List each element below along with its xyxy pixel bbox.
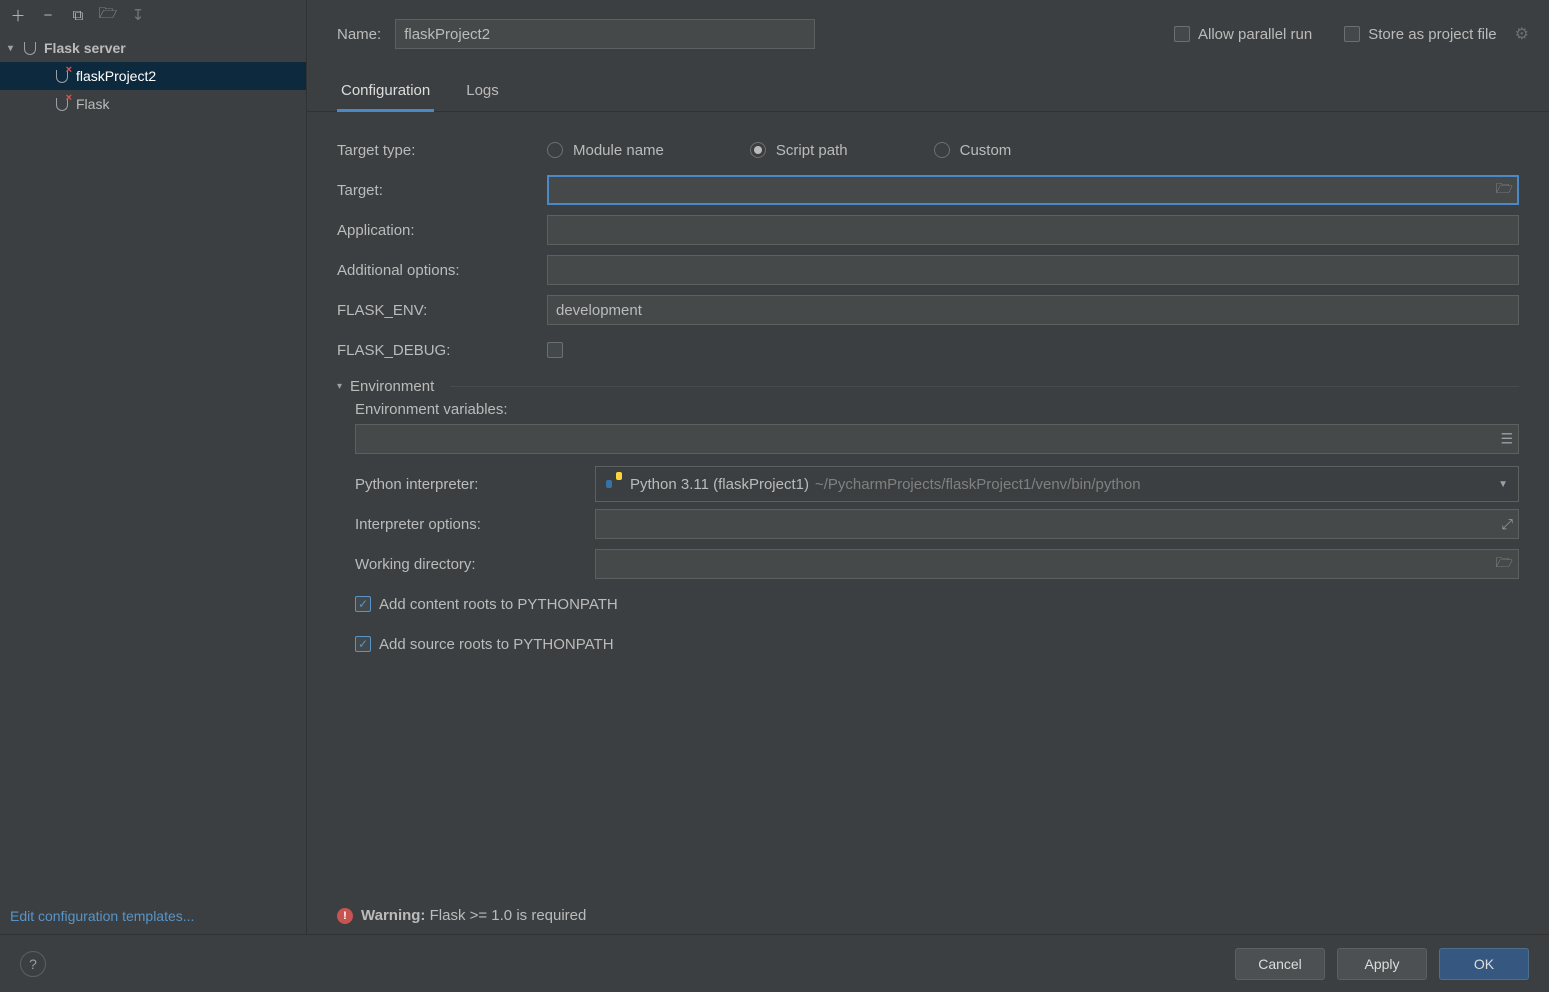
help-button[interactable]: ? — [20, 951, 46, 977]
checkbox-icon — [1344, 26, 1360, 42]
flask-env-label: FLASK_ENV: — [337, 302, 537, 319]
interpreter-dropdown[interactable]: Python 3.11 (flaskProject1) ~/PycharmPro… — [595, 466, 1519, 502]
divider — [450, 386, 1519, 387]
interpreter-name: Python 3.11 (flaskProject1) — [630, 476, 809, 493]
tab-logs[interactable]: Logs — [462, 82, 503, 112]
apply-button[interactable]: Apply — [1337, 948, 1427, 980]
warning-prefix: Warning: — [361, 907, 425, 924]
working-dir-label: Working directory: — [355, 556, 585, 573]
copy-icon[interactable]: ⧉ — [68, 5, 88, 25]
chevron-down-icon: ▼ — [1498, 479, 1508, 490]
environment-section-label: Environment — [350, 378, 434, 395]
tree-group-label: Flask server — [44, 40, 126, 56]
tree-group-flask-server[interactable]: ▾ Flask server — [0, 34, 306, 62]
flask-error-icon — [54, 96, 70, 112]
allow-parallel-label: Allow parallel run — [1198, 26, 1312, 43]
flask-debug-label: FLASK_DEBUG: — [337, 342, 537, 359]
target-label: Target: — [337, 182, 537, 199]
cancel-button[interactable]: Cancel — [1235, 948, 1325, 980]
config-tree: ▾ Flask server flaskProject2 Flask — [0, 30, 306, 900]
folder-icon[interactable]: 🗁 — [98, 5, 118, 25]
target-input[interactable] — [547, 175, 1519, 205]
target-type-label: Target type: — [337, 142, 537, 159]
env-vars-label: Environment variables: — [355, 401, 508, 418]
interpreter-path: ~/PycharmProjects/flaskProject1/venv/bin… — [815, 476, 1141, 493]
radio-label: Script path — [776, 142, 848, 159]
flask-icon — [22, 40, 38, 56]
additional-options-input[interactable] — [547, 255, 1519, 285]
radio-custom[interactable]: Custom — [934, 142, 1012, 159]
tree-item-label: flaskProject2 — [76, 68, 156, 84]
interpreter-options-label: Interpreter options: — [355, 516, 585, 533]
edit-templates-link[interactable]: Edit configuration templates... — [10, 908, 194, 924]
chevron-down-icon: ▾ — [8, 43, 22, 54]
python-icon — [606, 476, 622, 492]
remove-icon[interactable]: − — [38, 5, 58, 25]
left-panel: ＋ − ⧉ 🗁 ↧ ▾ Flask server flaskProject2 F… — [0, 0, 307, 934]
application-label: Application: — [337, 222, 537, 239]
checkbox-label: Add source roots to PYTHONPATH — [379, 636, 614, 653]
radio-icon — [750, 142, 766, 158]
env-vars-input[interactable] — [355, 424, 1519, 454]
flask-env-input[interactable] — [547, 295, 1519, 325]
form-area: Target type: Module name Script path Cus… — [307, 112, 1549, 897]
bottom-bar: ? Cancel Apply OK — [0, 934, 1549, 992]
name-input[interactable] — [395, 19, 815, 49]
right-panel: Name: Allow parallel run Store as projec… — [307, 0, 1549, 934]
flask-debug-checkbox[interactable] — [547, 342, 563, 358]
sort-icon[interactable]: ↧ — [128, 5, 148, 25]
radio-script-path[interactable]: Script path — [750, 142, 848, 159]
radio-label: Module name — [573, 142, 664, 159]
working-dir-input[interactable] — [595, 549, 1519, 579]
interpreter-options-input[interactable] — [595, 509, 1519, 539]
checkbox-icon — [355, 596, 371, 612]
radio-label: Custom — [960, 142, 1012, 159]
interpreter-label: Python interpreter: — [355, 476, 585, 493]
ok-button[interactable]: OK — [1439, 948, 1529, 980]
radio-module-name[interactable]: Module name — [547, 142, 664, 159]
name-label: Name: — [337, 26, 381, 43]
allow-parallel-checkbox[interactable]: Allow parallel run — [1174, 26, 1312, 43]
sidebar-toolbar: ＋ − ⧉ 🗁 ↧ — [0, 0, 306, 30]
store-as-file-checkbox[interactable]: Store as project file — [1344, 26, 1496, 43]
tree-item-flask[interactable]: Flask — [0, 90, 306, 118]
tree-item-flaskproject2[interactable]: flaskProject2 — [0, 62, 306, 90]
warning-icon: ! — [337, 908, 353, 924]
checkbox-label: Add content roots to PYTHONPATH — [379, 596, 618, 613]
additional-options-label: Additional options: — [337, 262, 537, 279]
add-source-roots-checkbox[interactable]: Add source roots to PYTHONPATH — [355, 636, 614, 653]
warning-line: ! Warning: Flask >= 1.0 is required — [307, 897, 1549, 934]
radio-icon — [934, 142, 950, 158]
warning-text: Flask >= 1.0 is required — [430, 907, 587, 924]
checkbox-icon — [355, 636, 371, 652]
checkbox-icon — [1174, 26, 1190, 42]
add-content-roots-checkbox[interactable]: Add content roots to PYTHONPATH — [355, 596, 618, 613]
add-icon[interactable]: ＋ — [8, 5, 28, 25]
tab-configuration[interactable]: Configuration — [337, 82, 434, 112]
application-input[interactable] — [547, 215, 1519, 245]
store-as-file-label: Store as project file — [1368, 26, 1496, 43]
gear-icon[interactable]: ⚙ — [1515, 24, 1529, 44]
radio-icon — [547, 142, 563, 158]
tabs: Configuration Logs — [307, 82, 1549, 112]
flask-error-icon — [54, 68, 70, 84]
chevron-down-icon[interactable]: ▾ — [337, 381, 342, 392]
tree-item-label: Flask — [76, 96, 109, 112]
